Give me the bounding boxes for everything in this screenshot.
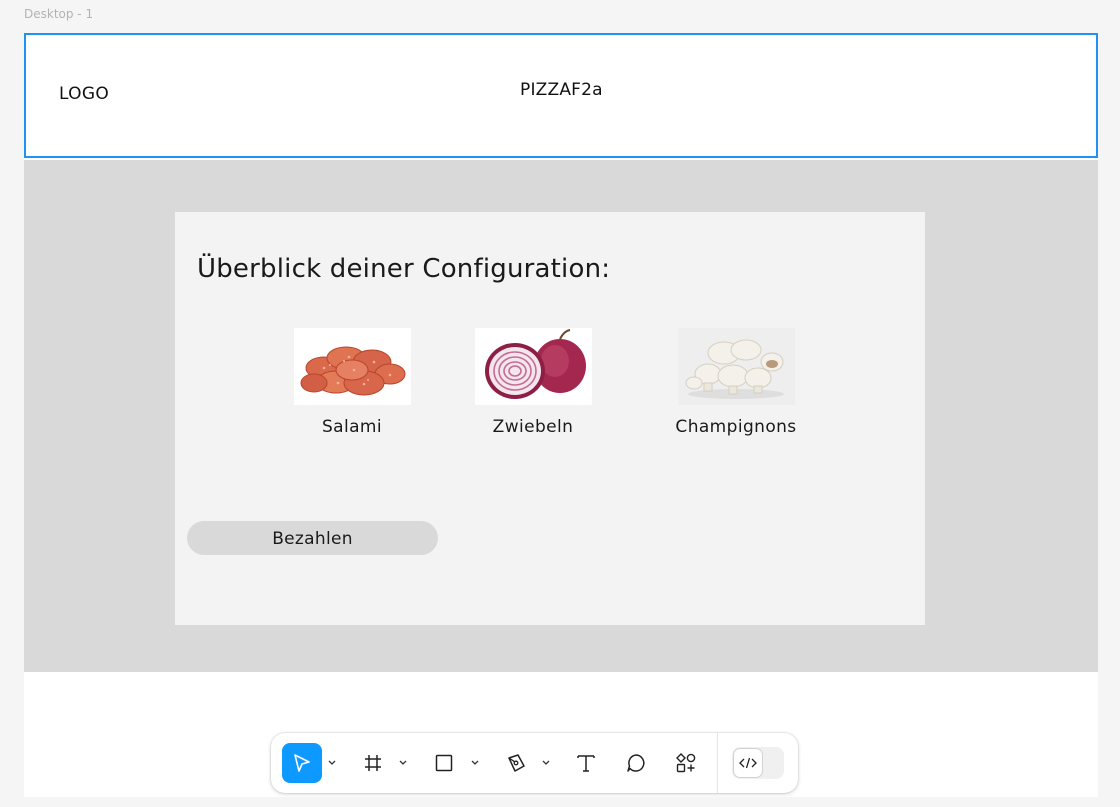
mushroom-image [677,328,795,405]
frame-label[interactable]: Desktop - 1 [24,7,93,21]
chevron-down-icon[interactable] [326,755,338,771]
move-tool-icon[interactable] [282,743,322,783]
topping-salami: Salami [272,328,432,437]
chevron-down-icon[interactable] [397,755,409,771]
content-band: Überblick deiner Configuration: Salami Z… [24,160,1098,672]
actions-tool-icon[interactable] [666,743,706,783]
salami-image [293,328,411,405]
pen-tool-icon[interactable] [496,743,536,783]
brand-title: PIZZAF2a [520,80,603,100]
header[interactable]: LOGO PIZZAF2a [24,33,1098,158]
desktop-frame: LOGO PIZZAF2a Überblick deiner Configura… [24,33,1098,797]
topping-label: Zwiebeln [492,417,574,437]
pay-button[interactable]: Bezahlen [187,521,438,555]
rectangle-tool-icon[interactable] [424,743,464,783]
chevron-down-icon[interactable] [540,755,552,771]
overview-title: Überblick deiner Configuration: [197,254,611,284]
topping-label: Champignons [675,417,797,437]
dev-mode-toggle[interactable] [732,747,784,779]
toolbar-divider [717,733,718,793]
frame-tool-icon[interactable] [353,743,393,783]
topping-onion: Zwiebeln [453,328,613,437]
overview-card: Überblick deiner Configuration: Salami Z… [175,212,925,625]
topping-mushroom: Champignons [656,328,816,437]
logo-text: LOGO [59,84,110,104]
chevron-down-icon[interactable] [469,755,481,771]
text-tool-icon[interactable] [566,743,606,783]
code-icon [734,749,762,777]
onion-image [474,328,592,405]
topping-label: Salami [321,417,383,437]
comment-tool-icon[interactable] [616,743,656,783]
design-toolbar [271,733,798,793]
